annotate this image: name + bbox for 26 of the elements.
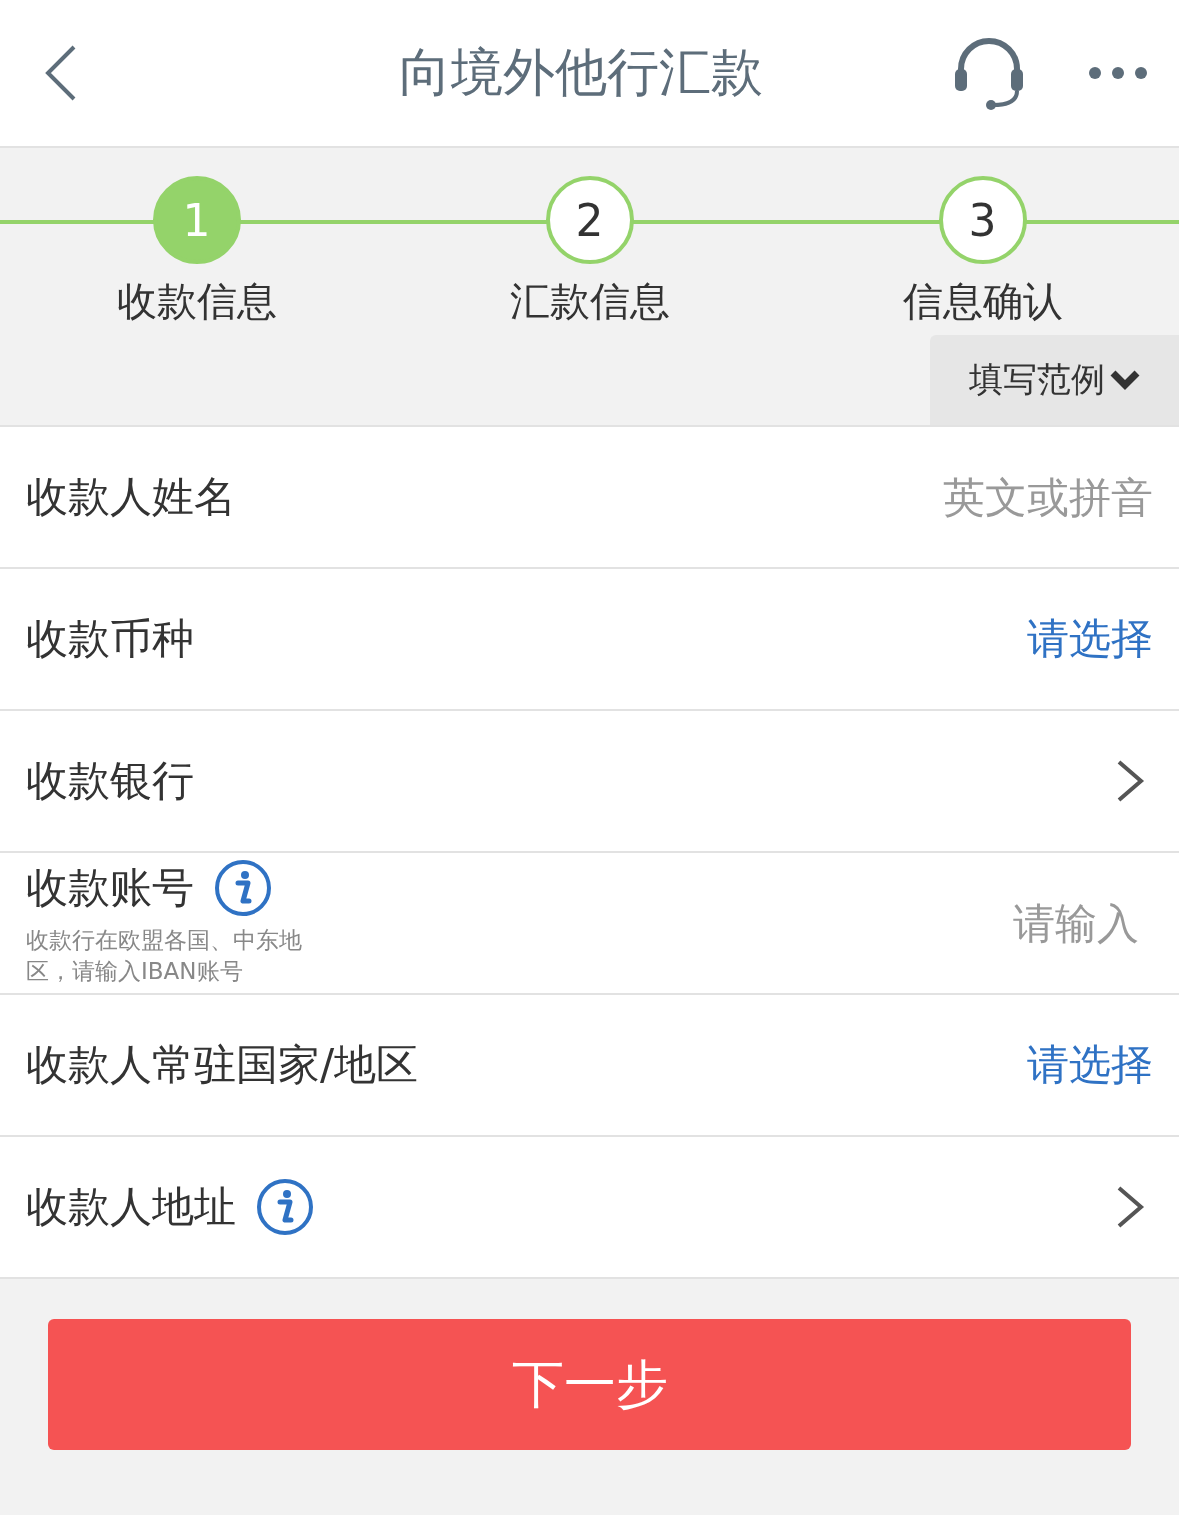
info-icon[interactable] <box>214 858 272 917</box>
field-hint: 收款行在欧盟各国、中东地区，请输入IBAN账号 <box>26 925 303 986</box>
caret-icon <box>1108 369 1141 391</box>
field-label: 收款账号 <box>26 861 194 914</box>
chevron-right-icon[interactable] <box>1115 759 1145 803</box>
input-field[interactable]: 英文或拼音 <box>731 471 1153 523</box>
step-label: 信息确认 <box>902 277 1063 326</box>
step-label: 汇款信息 <box>509 277 670 326</box>
input-field[interactable]: 请输入 <box>717 897 1153 949</box>
step-circle: 2 <box>545 176 634 264</box>
step-label: 收款信息 <box>116 277 277 326</box>
field-label: 收款币种 <box>26 613 194 665</box>
step-circle: 1 <box>152 176 241 264</box>
field-label: 收款人姓名 <box>26 471 236 523</box>
field-label: 收款人地址 <box>26 1181 236 1233</box>
more-icon[interactable] <box>1087 65 1149 81</box>
select-link[interactable]: 请选择 <box>1027 611 1153 667</box>
select-link[interactable]: 请选择 <box>1027 1037 1153 1093</box>
example-button[interactable]: 填写范例 <box>930 335 1179 425</box>
field-label: 收款人常驻国家/地区 <box>26 1039 419 1091</box>
chevron-right-icon[interactable] <box>1115 1185 1145 1229</box>
field-label: 收款银行 <box>26 755 194 807</box>
info-icon[interactable] <box>256 1178 314 1236</box>
step-circle: 3 <box>938 176 1027 264</box>
next-button[interactable]: 下一步 <box>48 1319 1131 1450</box>
window-title: 向境外他行汇款 <box>397 41 764 104</box>
